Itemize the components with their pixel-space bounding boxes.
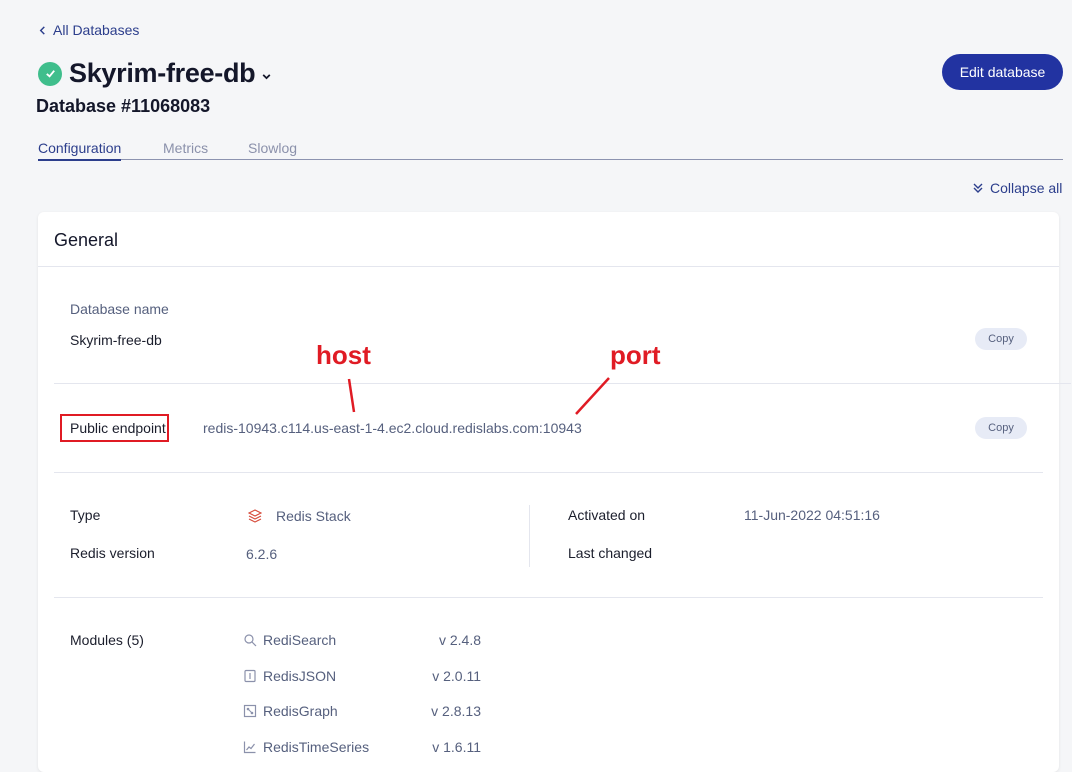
module-item: RedisGraph <box>243 703 338 719</box>
back-link-label: All Databases <box>53 22 140 38</box>
timeseries-module-icon <box>243 741 256 754</box>
graph-module-icon <box>243 704 257 718</box>
divider <box>54 597 1043 598</box>
module-item: RedisJSON <box>243 668 336 684</box>
collapse-all-button[interactable]: Collapse all <box>972 180 1062 196</box>
module-name: RedisGraph <box>263 703 338 719</box>
module-version: v 2.0.11 <box>432 668 481 684</box>
card-title: General <box>54 230 119 250</box>
database-name-value: Skyrim-free-db <box>70 332 162 348</box>
tab-metrics[interactable]: Metrics <box>163 140 208 156</box>
module-version: v 1.6.11 <box>432 739 481 755</box>
column-divider <box>529 505 530 567</box>
type-value-label: Redis Stack <box>276 508 351 524</box>
redis-stack-icon <box>248 509 262 523</box>
host-annotation: host <box>316 340 371 370</box>
copy-database-name-button[interactable]: Copy <box>975 328 1027 350</box>
back-link[interactable]: All Databases <box>38 22 139 38</box>
last-changed-label: Last changed <box>568 545 653 561</box>
collapse-all-label: Collapse all <box>990 180 1063 196</box>
module-version: v 2.4.8 <box>438 632 481 648</box>
page-title: Skyrim-free-db <box>69 58 256 88</box>
tab-bar: Configuration Metrics Slowlog <box>38 138 1063 161</box>
tab-slowlog[interactable]: Slowlog <box>248 140 297 156</box>
tab-configuration[interactable]: Configuration <box>38 140 122 161</box>
divider <box>54 472 1043 473</box>
module-item: RediSearch <box>243 632 336 648</box>
general-card: General Database name Skyrim-free-db Cop… <box>38 212 1071 772</box>
chevron-down-icon[interactable] <box>261 71 272 82</box>
type-value: Redis Stack <box>248 508 351 524</box>
public-endpoint-label: Public endpoint <box>70 420 166 436</box>
module-name: RedisTimeSeries <box>263 739 370 755</box>
type-label: Type <box>70 507 101 523</box>
activated-on-label: Activated on <box>568 507 646 523</box>
module-name: RediSearch <box>263 632 337 648</box>
module-item: RedisTimeSeries <box>243 739 369 755</box>
database-name-label: Database name <box>70 301 169 317</box>
double-chevron-down-icon <box>973 183 983 193</box>
redis-version-value: 6.2.6 <box>246 546 278 562</box>
activated-on-value: 11-Jun-2022 04:51:16 <box>744 507 880 523</box>
public-endpoint-value: redis-10943.c114.us-east-1-4.ec2.cloud.r… <box>203 420 582 436</box>
divider <box>38 266 1059 267</box>
divider <box>54 383 1071 384</box>
json-module-icon <box>244 669 256 683</box>
port-annotation: port <box>610 340 661 370</box>
copy-endpoint-button[interactable]: Copy <box>975 417 1027 439</box>
search-module-icon <box>244 634 257 647</box>
modules-label: Modules (5) <box>70 632 144 648</box>
redis-version-label: Redis version <box>70 545 155 561</box>
module-version: v 2.8.13 <box>431 703 481 719</box>
database-id: Database #11068083 <box>36 96 211 116</box>
status-ok-icon <box>38 61 62 86</box>
module-name: RedisJSON <box>263 668 337 684</box>
edit-database-button[interactable]: Edit database <box>942 54 1063 90</box>
chevron-left-icon <box>39 25 45 35</box>
title-row: Skyrim-free-db <box>38 58 272 89</box>
